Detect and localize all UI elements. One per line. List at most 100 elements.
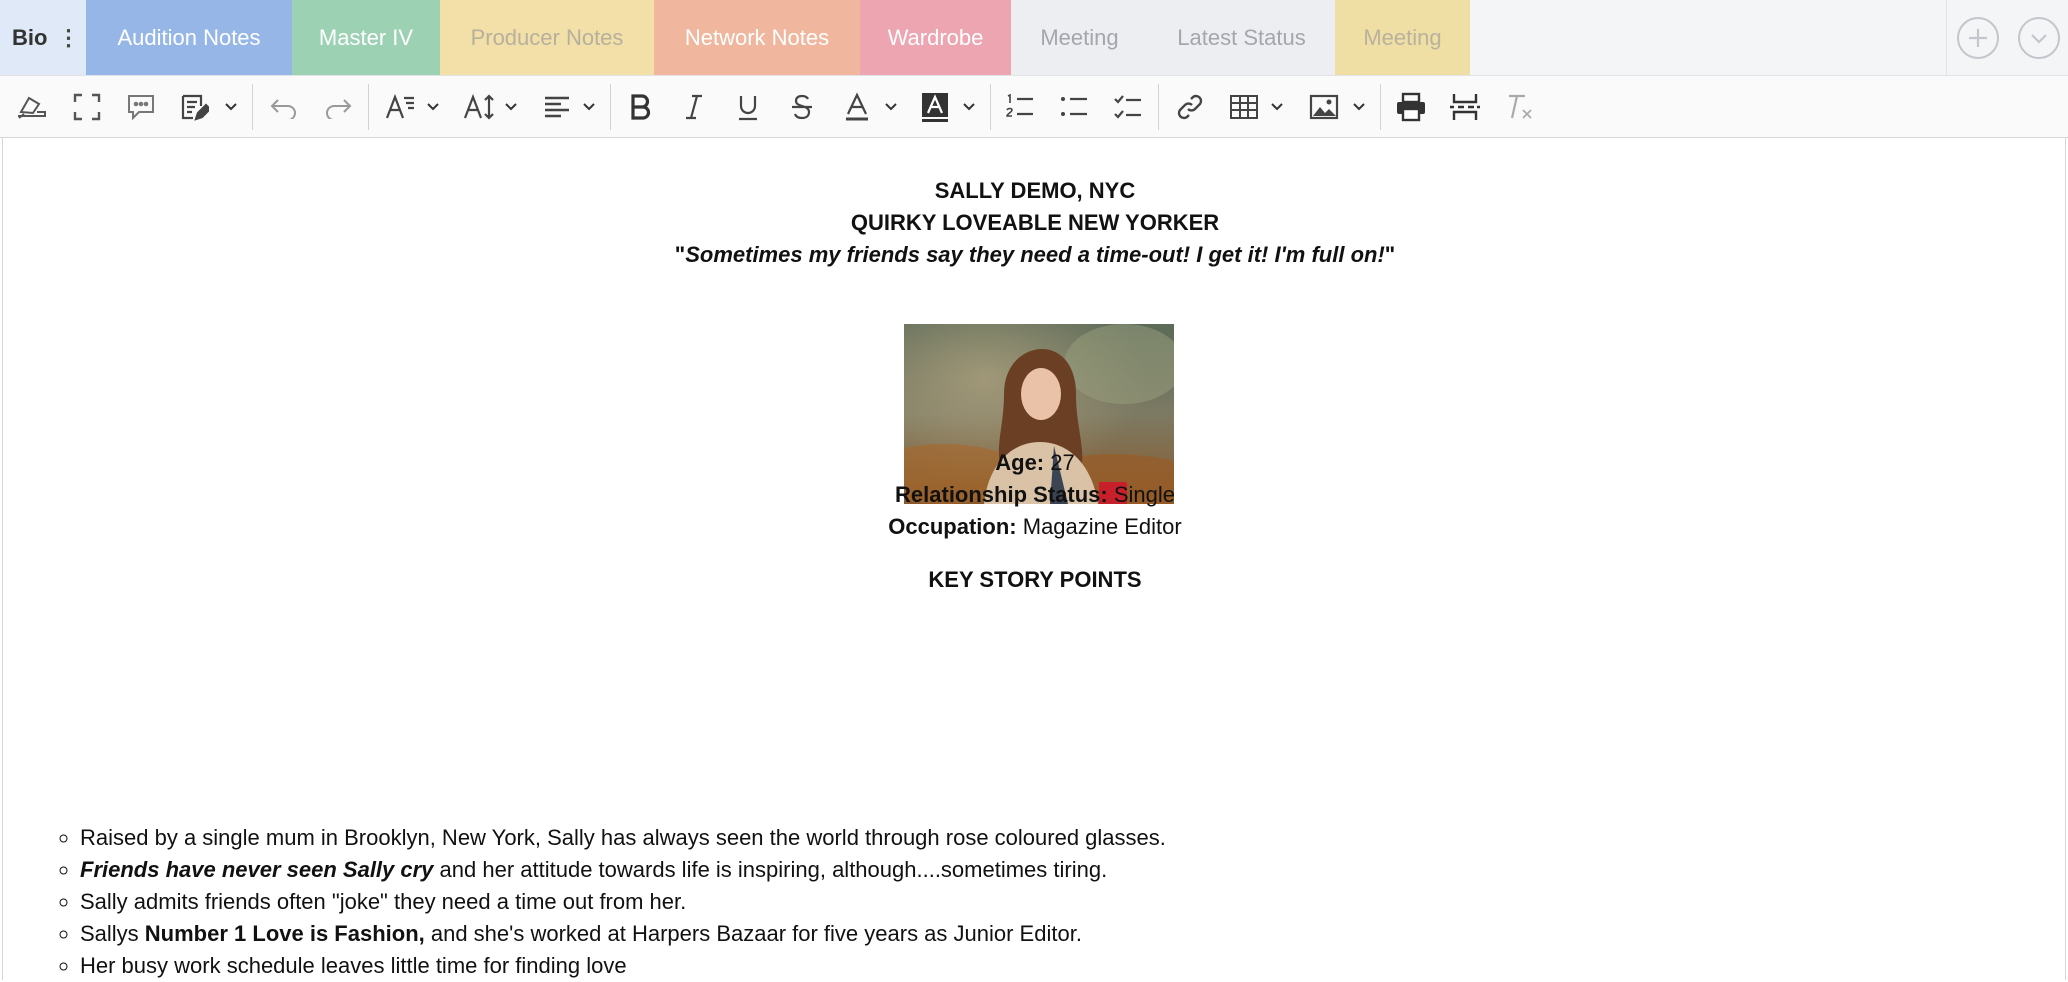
italic-button[interactable] xyxy=(676,88,712,126)
fact-age-value: 27 xyxy=(1044,450,1075,475)
align-button[interactable] xyxy=(540,88,574,126)
format-painter-button[interactable] xyxy=(12,88,52,126)
document-quote: "Sometimes my friends say they need a ti… xyxy=(3,242,2067,268)
chevron-down-icon xyxy=(963,103,975,111)
chevron-down-icon xyxy=(1271,103,1283,111)
more-tabs-button[interactable] xyxy=(2017,16,2060,59)
bold-button[interactable] xyxy=(622,88,658,126)
clear-format-button[interactable] xyxy=(1502,88,1538,126)
add-tab-button[interactable] xyxy=(1956,16,1999,59)
story-points: Raised by a single mum in Brooklyn, New … xyxy=(40,822,1166,982)
image-icon xyxy=(1309,94,1339,120)
list-item: Sallys Number 1 Love is Fashion, and she… xyxy=(80,918,1166,950)
toolbar-separator xyxy=(990,84,991,130)
point-text: Her busy work schedule leaves little tim… xyxy=(80,953,627,978)
redo-button[interactable] xyxy=(320,88,356,126)
fact-occupation-value: Magazine Editor xyxy=(1016,514,1182,539)
table-dropdown[interactable] xyxy=(1268,88,1286,126)
fact-relationship: Relationship Status: Single xyxy=(3,482,2067,508)
portrait-image xyxy=(904,324,1174,504)
image-dropdown[interactable] xyxy=(1350,88,1368,126)
chevron-down-icon xyxy=(427,103,439,111)
undo-icon xyxy=(270,99,296,119)
tab-network-notes[interactable]: Network Notes xyxy=(654,0,860,75)
toolbar-separator xyxy=(1158,84,1159,130)
undo-button[interactable] xyxy=(266,88,302,126)
profile-photo[interactable] xyxy=(904,324,1174,504)
toolbar-separator xyxy=(368,84,369,130)
chevron-down-icon xyxy=(885,103,897,111)
font-family-icon xyxy=(385,93,414,119)
tab-master-iv[interactable]: Master IV xyxy=(292,0,440,75)
highlight-color-button[interactable] xyxy=(918,88,952,126)
tab-producer-notes[interactable]: Producer Notes xyxy=(440,0,654,75)
underline-icon xyxy=(739,96,757,121)
fact-age-label: Age: xyxy=(995,450,1045,475)
section-heading: KEY STORY POINTS xyxy=(928,567,1142,592)
list-item: Her busy work schedule leaves little tim… xyxy=(80,950,1166,982)
fact-occupation: Occupation: Magazine Editor xyxy=(3,514,2067,540)
list-item: Sally admits friends often "joke" they n… xyxy=(80,886,1166,918)
font-size-button[interactable] xyxy=(460,88,500,126)
strikethrough-icon xyxy=(792,94,812,120)
underline-button[interactable] xyxy=(730,88,766,126)
toolbar-separator xyxy=(1380,84,1381,130)
font-family-button[interactable] xyxy=(382,88,418,126)
text-color-icon xyxy=(846,92,868,121)
bullet-list-button[interactable] xyxy=(1056,88,1092,126)
table-button[interactable] xyxy=(1226,88,1262,126)
page-break-button[interactable] xyxy=(1446,88,1484,126)
chevron-down-icon xyxy=(2030,33,2047,44)
align-left-icon xyxy=(545,96,569,118)
bold-icon xyxy=(631,94,651,120)
numbered-list-icon xyxy=(1006,93,1033,117)
comment-icon xyxy=(128,95,154,121)
edit-mode-button[interactable] xyxy=(176,88,212,126)
link-button[interactable] xyxy=(1172,88,1208,126)
comment-button[interactable] xyxy=(121,88,161,126)
toolbar-separator xyxy=(610,84,611,130)
tab-wardrobe[interactable]: Wardrobe xyxy=(860,0,1011,75)
fullscreen-button[interactable] xyxy=(68,88,106,126)
document-tagline: QUIRKY LOVEABLE NEW YORKER xyxy=(850,210,1220,235)
highlight-color-dropdown[interactable] xyxy=(960,88,978,126)
tab-bio[interactable]: Bio ⋮ xyxy=(0,0,86,75)
clear-format-icon xyxy=(1509,94,1532,119)
fullscreen-icon xyxy=(73,93,101,121)
chevron-down-icon xyxy=(505,103,517,111)
point-text: Raised by a single mum in Brooklyn, New … xyxy=(80,825,1166,850)
toolbar-separator xyxy=(252,84,253,130)
numbered-list-button[interactable] xyxy=(1002,88,1038,126)
strikethrough-button[interactable] xyxy=(784,88,820,126)
tab-latest-status[interactable]: Latest Status xyxy=(1148,0,1335,75)
editor-toolbar xyxy=(0,76,2068,138)
tab-meeting-2[interactable]: Meeting xyxy=(1335,0,1470,75)
point-text: Sally admits friends often "joke" they n… xyxy=(80,889,687,914)
fact-age: Age: 27 xyxy=(3,450,2067,476)
image-button[interactable] xyxy=(1306,88,1342,126)
edit-mode-dropdown[interactable] xyxy=(222,88,240,126)
tab-bio-menu-icon[interactable]: ⋮ xyxy=(57,25,79,51)
edit-mode-icon xyxy=(181,94,209,121)
format-painter-icon xyxy=(18,96,46,119)
quote-open: " xyxy=(674,242,686,267)
tab-audition-notes[interactable]: Audition Notes xyxy=(86,0,292,75)
font-size-dropdown[interactable] xyxy=(502,88,520,126)
text-color-dropdown[interactable] xyxy=(882,88,900,126)
checklist-button[interactable] xyxy=(1110,88,1146,126)
bullet-list-icon xyxy=(1061,97,1087,116)
font-family-dropdown[interactable] xyxy=(424,88,442,126)
font-size-icon xyxy=(463,93,494,120)
point-text: and her attitude towards life is inspiri… xyxy=(433,857,1108,882)
print-button[interactable] xyxy=(1392,88,1430,126)
tab-meeting[interactable]: Meeting xyxy=(1011,0,1148,75)
chevron-down-icon xyxy=(583,103,595,111)
plus-icon xyxy=(1968,28,1987,47)
link-icon xyxy=(1177,94,1203,120)
align-dropdown[interactable] xyxy=(580,88,598,126)
text-color-button[interactable] xyxy=(840,88,874,126)
print-icon xyxy=(1397,92,1425,122)
quote-close: " xyxy=(1384,242,1396,267)
document-title: SALLY DEMO, NYC xyxy=(934,178,1136,203)
list-item: Friends have never seen Sally cry and he… xyxy=(80,854,1166,886)
